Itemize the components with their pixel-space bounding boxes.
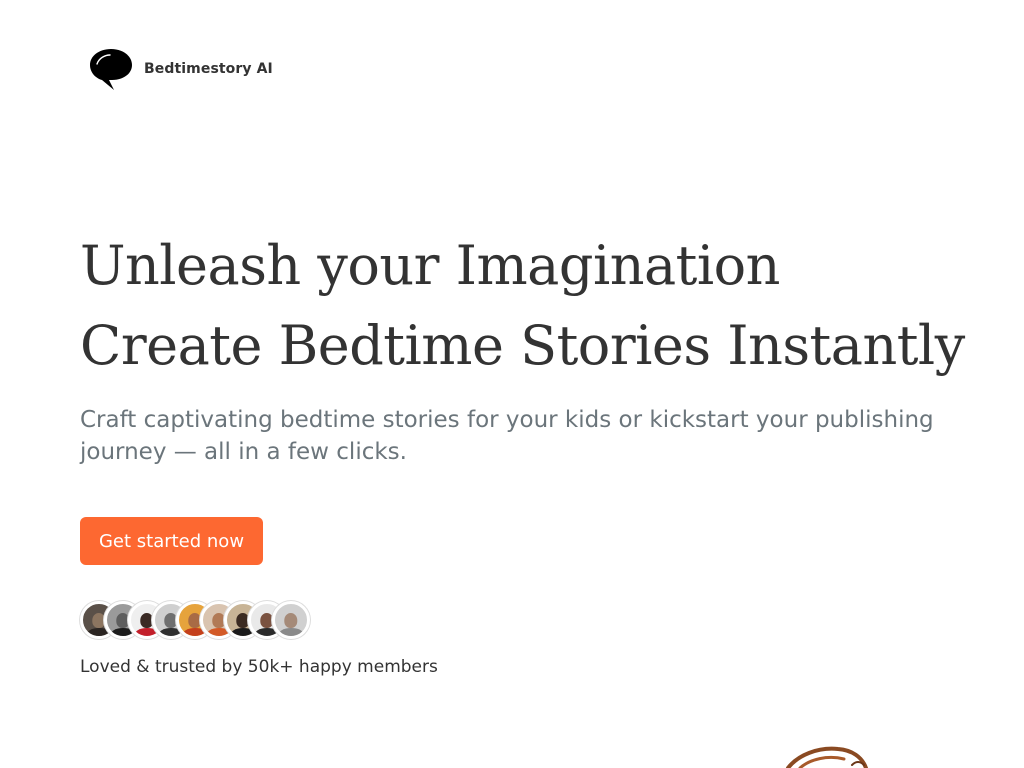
hair-illustration — [740, 735, 890, 768]
social-proof-text: Loved & trusted by 50k+ happy members — [80, 657, 438, 677]
member-avatars — [80, 601, 320, 641]
hero-headline: Unleash your Imagination Create Bedtime … — [80, 226, 965, 386]
avatar — [272, 601, 310, 639]
hero-subtitle: Craft captivating bedtime stories for yo… — [80, 407, 934, 465]
brand-name[interactable]: Bedtimestory AI — [144, 61, 273, 77]
landing-page: Bedtimestory AI Unleash your Imagination… — [0, 0, 1024, 768]
hero-section: Unleash your Imagination Create Bedtime … — [80, 226, 965, 468]
speech-bubble-icon[interactable] — [88, 46, 134, 92]
get-started-button[interactable]: Get started now — [80, 517, 263, 565]
headline-line-2: Create Bedtime Stories Instantly — [80, 314, 965, 377]
headline-line-1: Unleash your Imagination — [80, 234, 780, 297]
site-header: Bedtimestory AI — [88, 46, 273, 92]
